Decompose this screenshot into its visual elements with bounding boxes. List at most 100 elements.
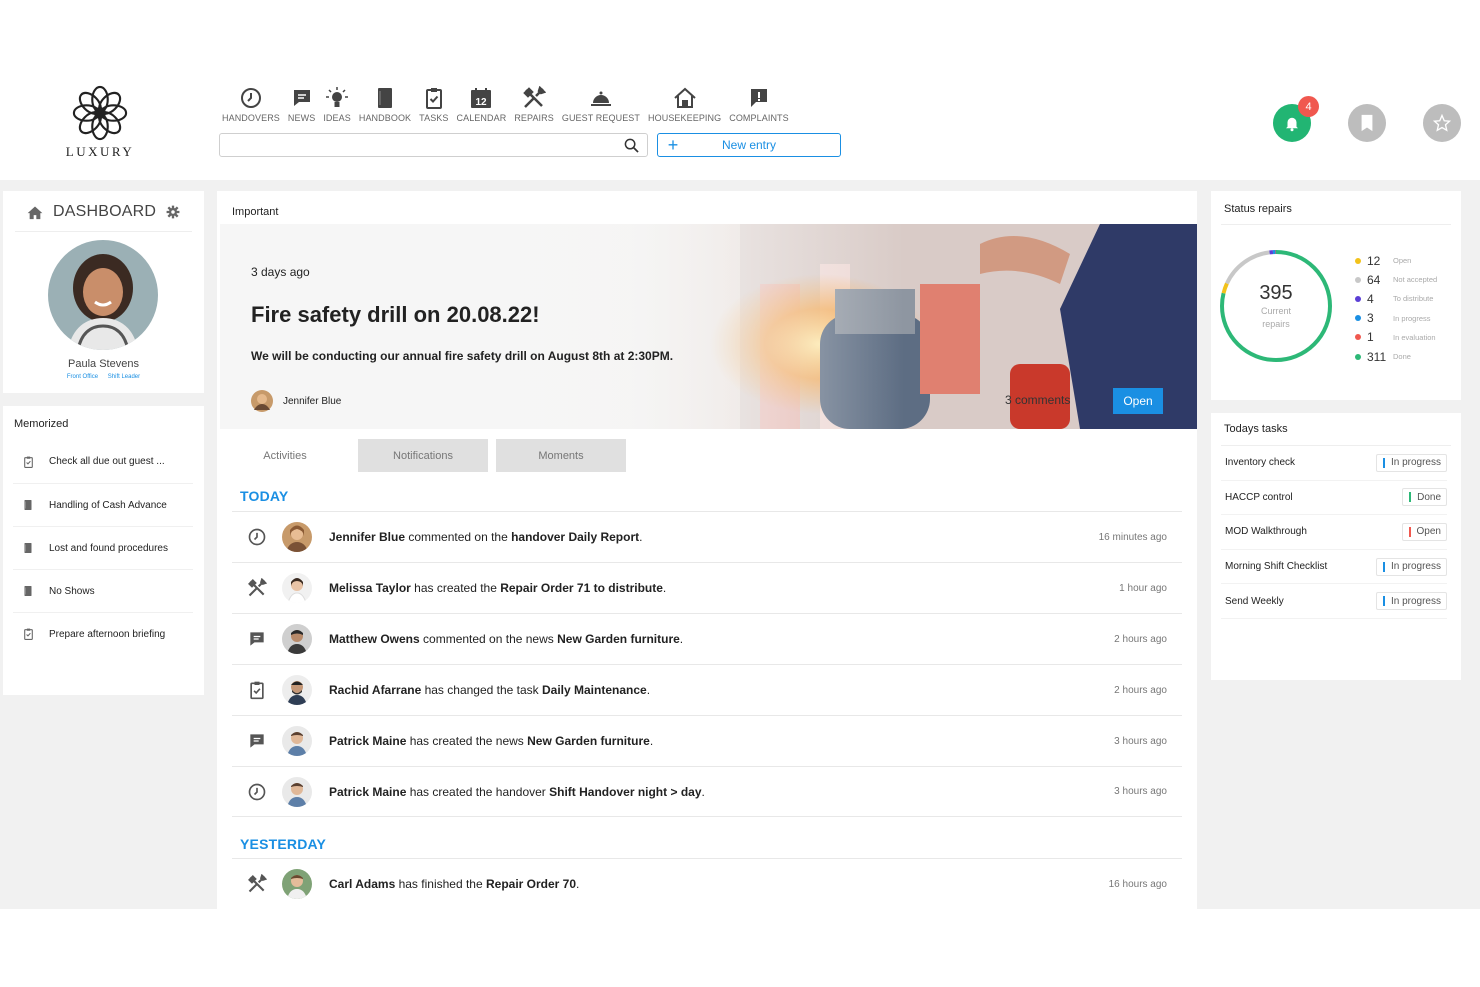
book-icon (24, 500, 32, 510)
search-icon[interactable] (624, 138, 639, 153)
feed-user[interactable]: Carl Adams (329, 877, 395, 891)
legend-item[interactable]: 64 Not accepted (1355, 270, 1437, 289)
favorites-button[interactable] (1423, 104, 1461, 142)
nav-handbook[interactable]: HANDBOOK (355, 86, 415, 123)
legend-value: 12 (1367, 253, 1381, 268)
feed-item[interactable]: Melissa Taylor has created the Repair Or… (232, 562, 1182, 613)
important-banner[interactable]: 3 days ago Fire safety drill on 20.08.22… (220, 224, 1197, 429)
nav-news[interactable]: NEWS (284, 86, 319, 123)
brand-logo[interactable]: LUXURY (60, 84, 140, 160)
user-avatar[interactable] (48, 240, 158, 350)
task-status-badge[interactable]: Done (1402, 488, 1447, 507)
feed-item[interactable]: Patrick Maine has created the handover S… (232, 766, 1182, 817)
nav-label: NEWS (287, 113, 316, 123)
star-icon (1433, 114, 1451, 132)
nav-guest-request[interactable]: GUEST REQUEST (558, 86, 644, 123)
tab-notifications[interactable]: Notifications (358, 439, 488, 472)
feed-target[interactable]: New Garden furniture (527, 734, 650, 748)
bell-icon (1286, 117, 1298, 132)
task-row[interactable]: HACCP control Done (1221, 481, 1447, 516)
memorized-item[interactable]: Check all due out guest ... (13, 440, 193, 483)
feed-user[interactable]: Rachid Afarrane (329, 683, 421, 697)
task-status-badge[interactable]: Open (1401, 522, 1447, 541)
user-avatar[interactable] (282, 522, 312, 552)
chat-bubble-icon (250, 734, 264, 748)
clock-icon (240, 88, 261, 108)
feed-user[interactable]: Patrick Maine (329, 734, 406, 748)
task-row[interactable]: MOD Walkthrough Open (1221, 515, 1447, 550)
comments-link[interactable]: 3 comments (1005, 393, 1070, 407)
user-role[interactable]: Front Office (67, 374, 98, 380)
legend-item[interactable]: 4 To distribute (1355, 289, 1437, 308)
open-button[interactable]: Open (1113, 388, 1163, 414)
feed-target[interactable]: handover Daily Report (511, 530, 639, 544)
user-avatar[interactable] (282, 869, 312, 899)
memorized-card: Memorized Check all due out guest ... Ha… (3, 406, 204, 695)
search-input[interactable] (220, 134, 610, 156)
gear-icon[interactable] (166, 205, 180, 219)
task-status-badge[interactable]: In progress (1375, 453, 1447, 472)
legend-label: Done (1393, 352, 1411, 362)
task-name: Morning Shift Checklist (1225, 561, 1328, 573)
bookmark-button[interactable] (1348, 104, 1386, 142)
task-status-badge[interactable]: In progress (1375, 557, 1447, 576)
task-row[interactable]: Inventory check In progress (1221, 446, 1447, 481)
user-avatar[interactable] (282, 726, 312, 756)
user-avatar[interactable] (282, 675, 312, 705)
plus-icon: + (667, 135, 679, 155)
feed-user[interactable]: Patrick Maine (329, 785, 406, 799)
memorized-item[interactable]: Lost and found procedures (13, 526, 193, 569)
feed-item[interactable]: Rachid Afarrane has changed the task Dai… (232, 664, 1182, 715)
important-title[interactable]: Fire safety drill on 20.08.22! (251, 302, 540, 328)
memorized-item[interactable]: No Shows (13, 569, 193, 612)
nav-handovers[interactable]: HANDOVERS (218, 86, 284, 123)
nav-tasks[interactable]: TASKS (415, 86, 452, 123)
feed-target[interactable]: Shift Handover night > day (549, 785, 701, 799)
status-bar-icon (1408, 526, 1411, 537)
user-avatar[interactable] (282, 776, 312, 807)
feed-item[interactable]: Patrick Maine has created the news New G… (232, 715, 1182, 766)
task-status-badge[interactable]: In progress (1375, 592, 1447, 611)
author-avatar[interactable] (251, 390, 273, 412)
nav-housekeeping[interactable]: HOUSEKEEPING (644, 86, 725, 123)
legend-item[interactable]: 1 In evaluation (1355, 328, 1437, 347)
legend-item[interactable]: 3 In progress (1355, 309, 1437, 328)
feed-target[interactable]: Daily Maintenance (542, 683, 647, 697)
tab-activities[interactable]: Activities (220, 439, 350, 472)
feed-time: 16 minutes ago (1098, 531, 1167, 543)
user-avatar[interactable] (282, 573, 312, 603)
feed-text: Carl Adams has finished the Repair Order… (329, 877, 579, 891)
nav-calendar[interactable]: 12 CALENDAR (453, 86, 511, 123)
legend-item[interactable]: 311 Done (1355, 347, 1437, 366)
feed-target[interactable]: Repair Order 70 (486, 877, 576, 891)
memorized-item[interactable]: Prepare afternoon briefing (13, 612, 193, 655)
feed-user[interactable]: Melissa Taylor (329, 581, 411, 595)
legend-label: Open (1393, 256, 1412, 266)
memorized-list: Check all due out guest ... Handling of … (13, 440, 193, 655)
task-row[interactable]: Morning Shift Checklist In progress (1221, 550, 1447, 585)
task-name: Send Weekly (1225, 595, 1284, 607)
home-icon[interactable] (27, 205, 43, 220)
feed-user[interactable]: Jennifer Blue (329, 530, 405, 544)
feed-text: Matthew Owens commented on the news New … (329, 632, 683, 646)
feed-item[interactable]: Carl Adams has finished the Repair Order… (232, 858, 1182, 909)
feed-item[interactable]: Matthew Owens commented on the news New … (232, 613, 1182, 664)
feed-action: has finished the (395, 877, 486, 891)
nav-complaints[interactable]: COMPLAINTS (725, 86, 793, 123)
task-row[interactable]: Send Weekly In progress (1221, 584, 1447, 619)
tools-icon (523, 86, 547, 108)
feed-time: 3 hours ago (1114, 735, 1167, 747)
user-avatar[interactable] (282, 624, 312, 654)
tab-moments[interactable]: Moments (496, 439, 626, 472)
user-role[interactable]: Shift Leader (108, 374, 140, 380)
new-entry-button[interactable]: + New entry (657, 133, 841, 157)
nav-ideas[interactable]: IDEAS (319, 86, 355, 123)
feed-target[interactable]: New Garden furniture (557, 632, 680, 646)
book-icon (24, 543, 32, 553)
memorized-item[interactable]: Handling of Cash Advance (13, 483, 193, 526)
legend-item[interactable]: 12 Open (1355, 251, 1437, 270)
feed-target[interactable]: Repair Order 71 to distribute (500, 581, 663, 595)
nav-repairs[interactable]: REPAIRS (510, 86, 558, 123)
feed-user[interactable]: Matthew Owens (329, 632, 420, 646)
feed-item[interactable]: Jennifer Blue commented on the handover … (232, 511, 1182, 562)
